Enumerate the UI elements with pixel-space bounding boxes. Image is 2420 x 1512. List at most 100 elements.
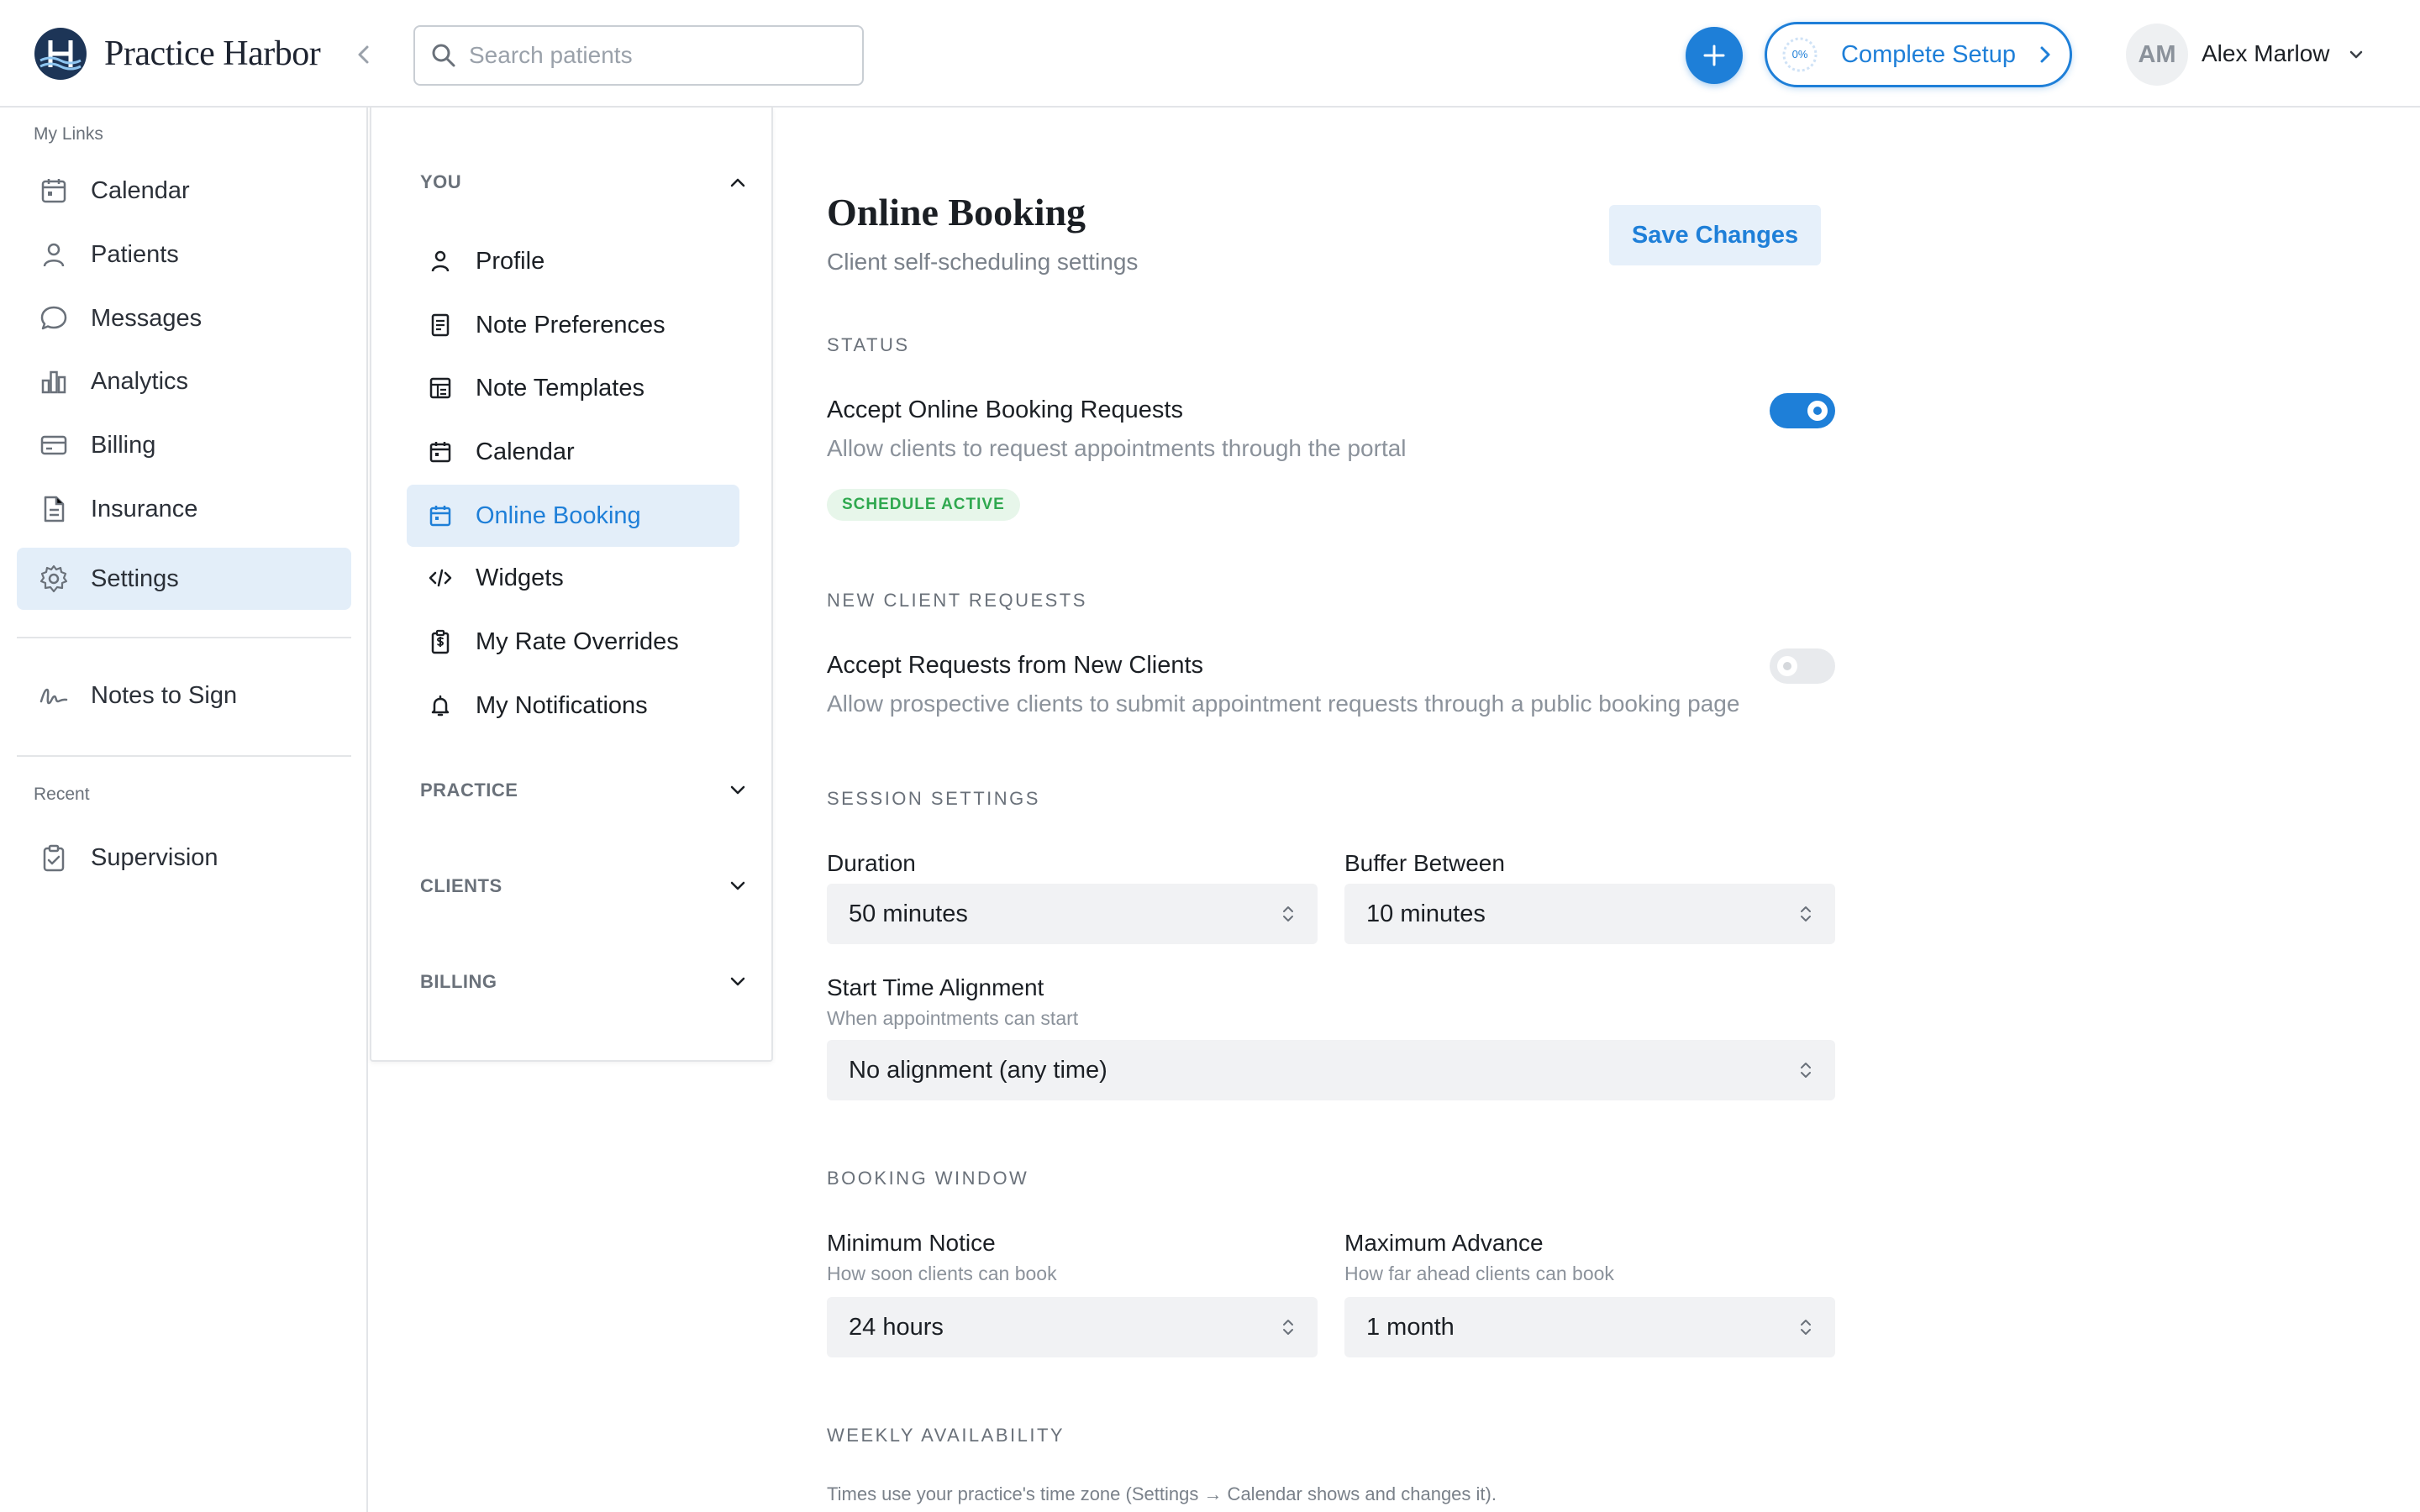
sidebar-item-label: Billing [91, 431, 156, 459]
section-heading-weekly: WEEKLY AVAILABILITY [827, 1425, 1065, 1446]
new-clients-toggle[interactable] [1770, 648, 1835, 684]
nav-item-label: My Notifications [476, 691, 648, 719]
code-icon [424, 561, 457, 595]
setup-progress-text: 0% [1791, 48, 1808, 60]
note-icon [424, 308, 457, 342]
nav-item-calendar[interactable]: Calendar [407, 421, 739, 483]
min-notice-select[interactable]: 24 hours [827, 1297, 1318, 1357]
max-advance-label: Maximum Advance [1344, 1230, 1544, 1256]
updown-chevron-icon [1798, 903, 1813, 925]
sidebar-item-analytics[interactable]: Analytics [17, 350, 351, 412]
section-title: PRACTICE [420, 780, 518, 801]
alignment-label: Start Time Alignment [827, 974, 1044, 1000]
nav-item-label: Online Booking [476, 501, 641, 529]
nav-item-my-rate-overrides[interactable]: My Rate Overrides [407, 611, 739, 673]
chevron-down-icon[interactable] [2348, 49, 2365, 60]
buffer-label: Buffer Between [1344, 850, 1505, 876]
avatar[interactable]: AM [2126, 24, 2188, 86]
nav-item-label: Widgets [476, 564, 564, 591]
bar-chart-icon [37, 365, 71, 398]
sidebar-item-supervision[interactable]: Supervision [17, 827, 351, 889]
accept-booking-toggle[interactable] [1770, 393, 1835, 428]
sidebar-item-label: Insurance [91, 495, 198, 522]
sidebar-item-notes-to-sign[interactable]: Notes to Sign [17, 664, 351, 727]
section-heading-new-clients: NEW CLIENT REQUESTS [827, 590, 1087, 611]
sidebar-item-calendar[interactable]: Calendar [17, 160, 351, 222]
updown-chevron-icon [1281, 1316, 1296, 1338]
brand[interactable]: Practice Harbor [34, 27, 321, 81]
calendar-icon [424, 499, 457, 533]
section-heading-booking-window: BOOKING WINDOW [827, 1168, 1029, 1189]
nav-item-widgets[interactable]: Widgets [407, 547, 739, 609]
calendar-icon [37, 174, 71, 207]
chevron-up-icon [728, 176, 748, 189]
add-button[interactable] [1686, 27, 1743, 84]
accept-booking-title: Accept Online Booking Requests [827, 396, 1183, 423]
section-clients-header[interactable]: CLIENTS [420, 875, 748, 897]
nav-item-my-notifications[interactable]: My Notifications [407, 675, 739, 737]
section-you-header[interactable]: YOU [420, 171, 748, 193]
section-title: CLIENTS [420, 875, 502, 896]
max-advance-hint: How far ahead clients can book [1344, 1263, 1614, 1284]
min-notice-value: 24 hours [849, 1313, 944, 1341]
complete-setup-button[interactable]: 0% Complete Setup [1765, 22, 2072, 87]
duration-value: 50 minutes [849, 900, 968, 927]
sidebar-item-label: Patients [91, 240, 179, 268]
sidebar-item-messages[interactable]: Messages [17, 287, 351, 349]
chevron-down-icon [728, 975, 748, 989]
message-icon [37, 302, 71, 335]
bell-icon [424, 689, 457, 722]
dollar-clipboard-icon [424, 625, 457, 659]
sidebar-item-label: Settings [91, 564, 179, 592]
nav-item-note-preferences[interactable]: Note Preferences [407, 294, 739, 356]
sidebar-item-billing[interactable]: Billing [17, 414, 351, 476]
template-icon [424, 371, 457, 405]
chevron-down-icon [728, 879, 748, 893]
sidebar: My Links Calendar Patients Messages Anal… [0, 108, 368, 1512]
logo-icon [34, 27, 87, 81]
section-heading-session: SESSION SETTINGS [827, 788, 1040, 809]
user-icon [424, 244, 457, 278]
collapse-sidebar-icon[interactable] [351, 40, 376, 69]
sidebar-item-settings[interactable]: Settings [17, 548, 351, 610]
document-icon [37, 492, 71, 526]
section-title: YOU [420, 171, 462, 192]
clipboard-icon [37, 841, 71, 874]
alignment-value: No alignment (any time) [849, 1056, 1107, 1084]
top-bar: Practice Harbor 0% Complete Setup AM Ale… [0, 0, 2420, 108]
buffer-select[interactable]: 10 minutes [1344, 884, 1835, 944]
section-practice-header[interactable]: PRACTICE [420, 780, 748, 801]
search-box[interactable] [413, 25, 864, 86]
search-input[interactable] [469, 42, 839, 69]
chevron-right-icon [2038, 44, 2053, 66]
nav-item-profile[interactable]: Profile [407, 230, 739, 292]
settings-nav: YOU Profile Note Preferences Note Templa… [370, 108, 773, 1062]
max-advance-select[interactable]: 1 month [1344, 1297, 1835, 1357]
sidebar-item-patients[interactable]: Patients [17, 223, 351, 286]
timezone-note: Times use your practice's time zone (Set… [827, 1483, 1497, 1504]
toggle-knob [1777, 656, 1797, 676]
sidebar-item-insurance[interactable]: Insurance [17, 478, 351, 540]
save-button[interactable]: Save Changes [1609, 205, 1821, 265]
sidebar-item-label: Supervision [91, 843, 218, 871]
new-clients-title: Accept Requests from New Clients [827, 652, 1204, 679]
gear-icon [37, 562, 71, 596]
toggle-knob [1807, 401, 1828, 421]
card-icon [37, 428, 71, 462]
duration-select[interactable]: 50 minutes [827, 884, 1318, 944]
duration-label: Duration [827, 850, 916, 876]
updown-chevron-icon [1798, 1059, 1813, 1081]
search-icon [430, 42, 457, 69]
nav-item-online-booking[interactable]: Online Booking [407, 485, 739, 547]
section-billing-header[interactable]: BILLING [420, 971, 748, 993]
alignment-select[interactable]: No alignment (any time) [827, 1040, 1835, 1100]
page-title: Online Booking [827, 191, 1086, 234]
signature-icon [37, 679, 71, 712]
accept-booking-desc: Allow clients to request appointments th… [827, 435, 1407, 461]
user-name[interactable]: Alex Marlow [2202, 40, 2329, 67]
min-notice-label: Minimum Notice [827, 1230, 996, 1256]
max-advance-value: 1 month [1366, 1313, 1455, 1341]
section-title: BILLING [420, 971, 497, 992]
setup-label: Complete Setup [1841, 40, 2016, 68]
nav-item-note-templates[interactable]: Note Templates [407, 357, 739, 419]
